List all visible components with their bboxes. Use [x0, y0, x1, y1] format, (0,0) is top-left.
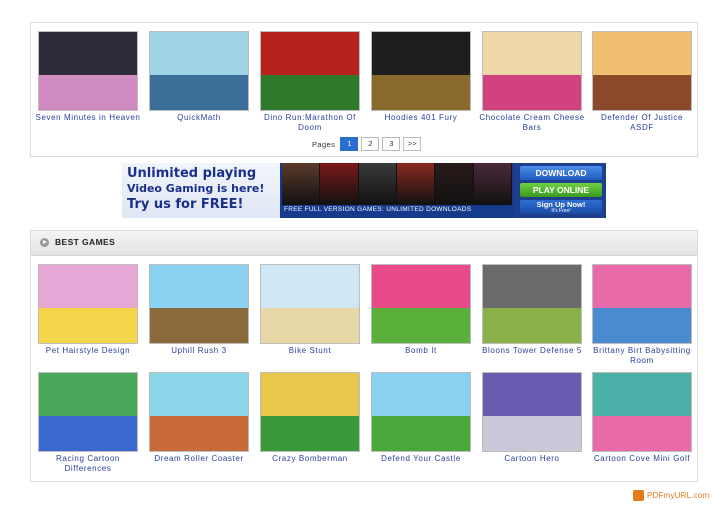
game-thumbnail[interactable] — [149, 264, 249, 344]
game-tile[interactable]: Chocolate Cream Cheese Bars — [476, 31, 588, 133]
game-tile[interactable]: Seven Minutes in Heaven — [32, 31, 144, 123]
game-title[interactable]: Defender Of Justice ASDF — [586, 113, 698, 133]
ad-banner[interactable]: Unlimited playing Video Gaming is here! … — [122, 163, 606, 218]
game-title[interactable]: Bike Stunt — [254, 346, 366, 356]
banner-tagline: FREE FULL VERSION GAMES: UNLIMITED DOWNL… — [284, 206, 472, 213]
game-title[interactable]: Crazy Bomberman — [254, 454, 366, 464]
section-title: BEST GAMES — [55, 237, 116, 247]
banner-line-1: Unlimited playing — [127, 166, 257, 181]
game-tile[interactable]: Dino Run:Marathon Of Doom — [254, 31, 366, 133]
game-tile[interactable]: Defend Your Castle — [365, 372, 477, 464]
game-thumbnail[interactable] — [38, 31, 138, 111]
banner-poster — [473, 163, 512, 205]
game-thumbnail[interactable] — [260, 372, 360, 452]
game-tile[interactable]: Bomb It — [365, 264, 477, 356]
pdf-logo-icon — [633, 490, 644, 501]
game-title[interactable]: Hoodies 401 Fury — [365, 113, 477, 123]
game-thumbnail[interactable] — [38, 264, 138, 344]
game-thumbnail[interactable] — [38, 372, 138, 452]
game-title[interactable]: Defend Your Castle — [365, 454, 477, 464]
game-thumbnail[interactable] — [482, 31, 582, 111]
game-title[interactable]: Cartoon Hero — [476, 454, 588, 464]
banner-line-3: Try us for FREE! — [127, 197, 244, 212]
pagination: Pages 1 2 3 >> — [312, 137, 422, 151]
banner-poster — [396, 163, 436, 205]
download-button[interactable]: DOWNLOAD — [520, 166, 602, 180]
banner-poster-strip — [282, 163, 512, 205]
game-title[interactable]: Racing Cartoon Differences — [32, 454, 144, 474]
game-tile[interactable]: Bike Stunt — [254, 264, 366, 356]
game-title[interactable]: Bomb It — [365, 346, 477, 356]
game-thumbnail[interactable] — [371, 31, 471, 111]
best-games-panel: BEST GAMES Pet Hairstyle Design Uphill R… — [30, 230, 698, 482]
game-tile[interactable]: QuickMath — [143, 31, 255, 123]
game-thumbnail[interactable] — [592, 31, 692, 111]
game-title[interactable]: Dream Roller Coaster — [143, 454, 255, 464]
banner-headline-area: Unlimited playing Video Gaming is here! … — [122, 163, 280, 218]
game-thumbnail[interactable] — [260, 31, 360, 111]
game-thumbnail[interactable] — [149, 372, 249, 452]
game-title[interactable]: Chocolate Cream Cheese Bars — [476, 113, 588, 133]
banner-poster — [358, 163, 397, 205]
game-thumbnail[interactable] — [371, 372, 471, 452]
game-tile[interactable]: Cartoon Cove Mini Golf — [586, 372, 698, 464]
game-thumbnail[interactable] — [260, 264, 360, 344]
game-thumbnail[interactable] — [149, 31, 249, 111]
game-thumbnail[interactable] — [482, 264, 582, 344]
play-arrow-icon — [40, 238, 49, 247]
page-link-3[interactable]: 3 — [382, 137, 401, 151]
game-thumbnail[interactable] — [482, 372, 582, 452]
banner-poster — [282, 163, 321, 205]
game-title[interactable]: Cartoon Cove Mini Golf — [586, 454, 698, 464]
play-online-button[interactable]: PLAY ONLINE — [520, 183, 602, 197]
game-tile[interactable]: Bloons Tower Defense 5 — [476, 264, 588, 356]
pagination-label: Pages — [312, 139, 336, 149]
game-tile[interactable]: Brittany Birt Babysitting Room — [586, 264, 698, 366]
sign-up-button[interactable]: Sign Up Now! It's Free! — [520, 200, 602, 214]
game-title[interactable]: Bloons Tower Defense 5 — [476, 346, 588, 356]
game-thumbnail[interactable] — [592, 372, 692, 452]
page-link-1[interactable]: 1 — [340, 137, 359, 151]
pdf-logo-text: PDFmyURL.com — [647, 491, 710, 500]
game-title[interactable]: Dino Run:Marathon Of Doom — [254, 113, 366, 133]
next-page-link[interactable]: >> — [403, 137, 422, 151]
game-tile[interactable]: Cartoon Hero — [476, 372, 588, 464]
game-tile[interactable]: Pet Hairstyle Design — [32, 264, 144, 356]
game-title[interactable]: Seven Minutes in Heaven — [32, 113, 144, 123]
game-title[interactable]: Pet Hairstyle Design — [32, 346, 144, 356]
page-link-2[interactable]: 2 — [361, 137, 380, 151]
game-title[interactable]: Brittany Birt Babysitting Room — [586, 346, 698, 366]
banner-buttons: DOWNLOAD PLAY ONLINE Sign Up Now! It's F… — [514, 163, 606, 218]
game-tile[interactable]: Hoodies 401 Fury — [365, 31, 477, 123]
game-thumbnail[interactable] — [371, 264, 471, 344]
banner-poster — [320, 163, 359, 205]
game-tile[interactable]: Defender Of Justice ASDF — [586, 31, 698, 133]
pdfmyurl-logo[interactable]: PDFmyURL.com — [633, 490, 709, 501]
game-tile[interactable]: Racing Cartoon Differences — [32, 372, 144, 474]
game-title[interactable]: Uphill Rush 3 — [143, 346, 255, 356]
section-header: BEST GAMES — [31, 231, 697, 256]
game-tile[interactable]: Dream Roller Coaster — [143, 372, 255, 464]
game-tile[interactable]: Crazy Bomberman — [254, 372, 366, 464]
game-tile[interactable]: Uphill Rush 3 — [143, 264, 255, 356]
banner-line-2: Video Gaming is here! — [127, 182, 265, 195]
sign-up-sublabel: It's Free! — [551, 208, 571, 214]
game-title[interactable]: QuickMath — [143, 113, 255, 123]
banner-poster — [435, 163, 474, 205]
game-thumbnail[interactable] — [592, 264, 692, 344]
